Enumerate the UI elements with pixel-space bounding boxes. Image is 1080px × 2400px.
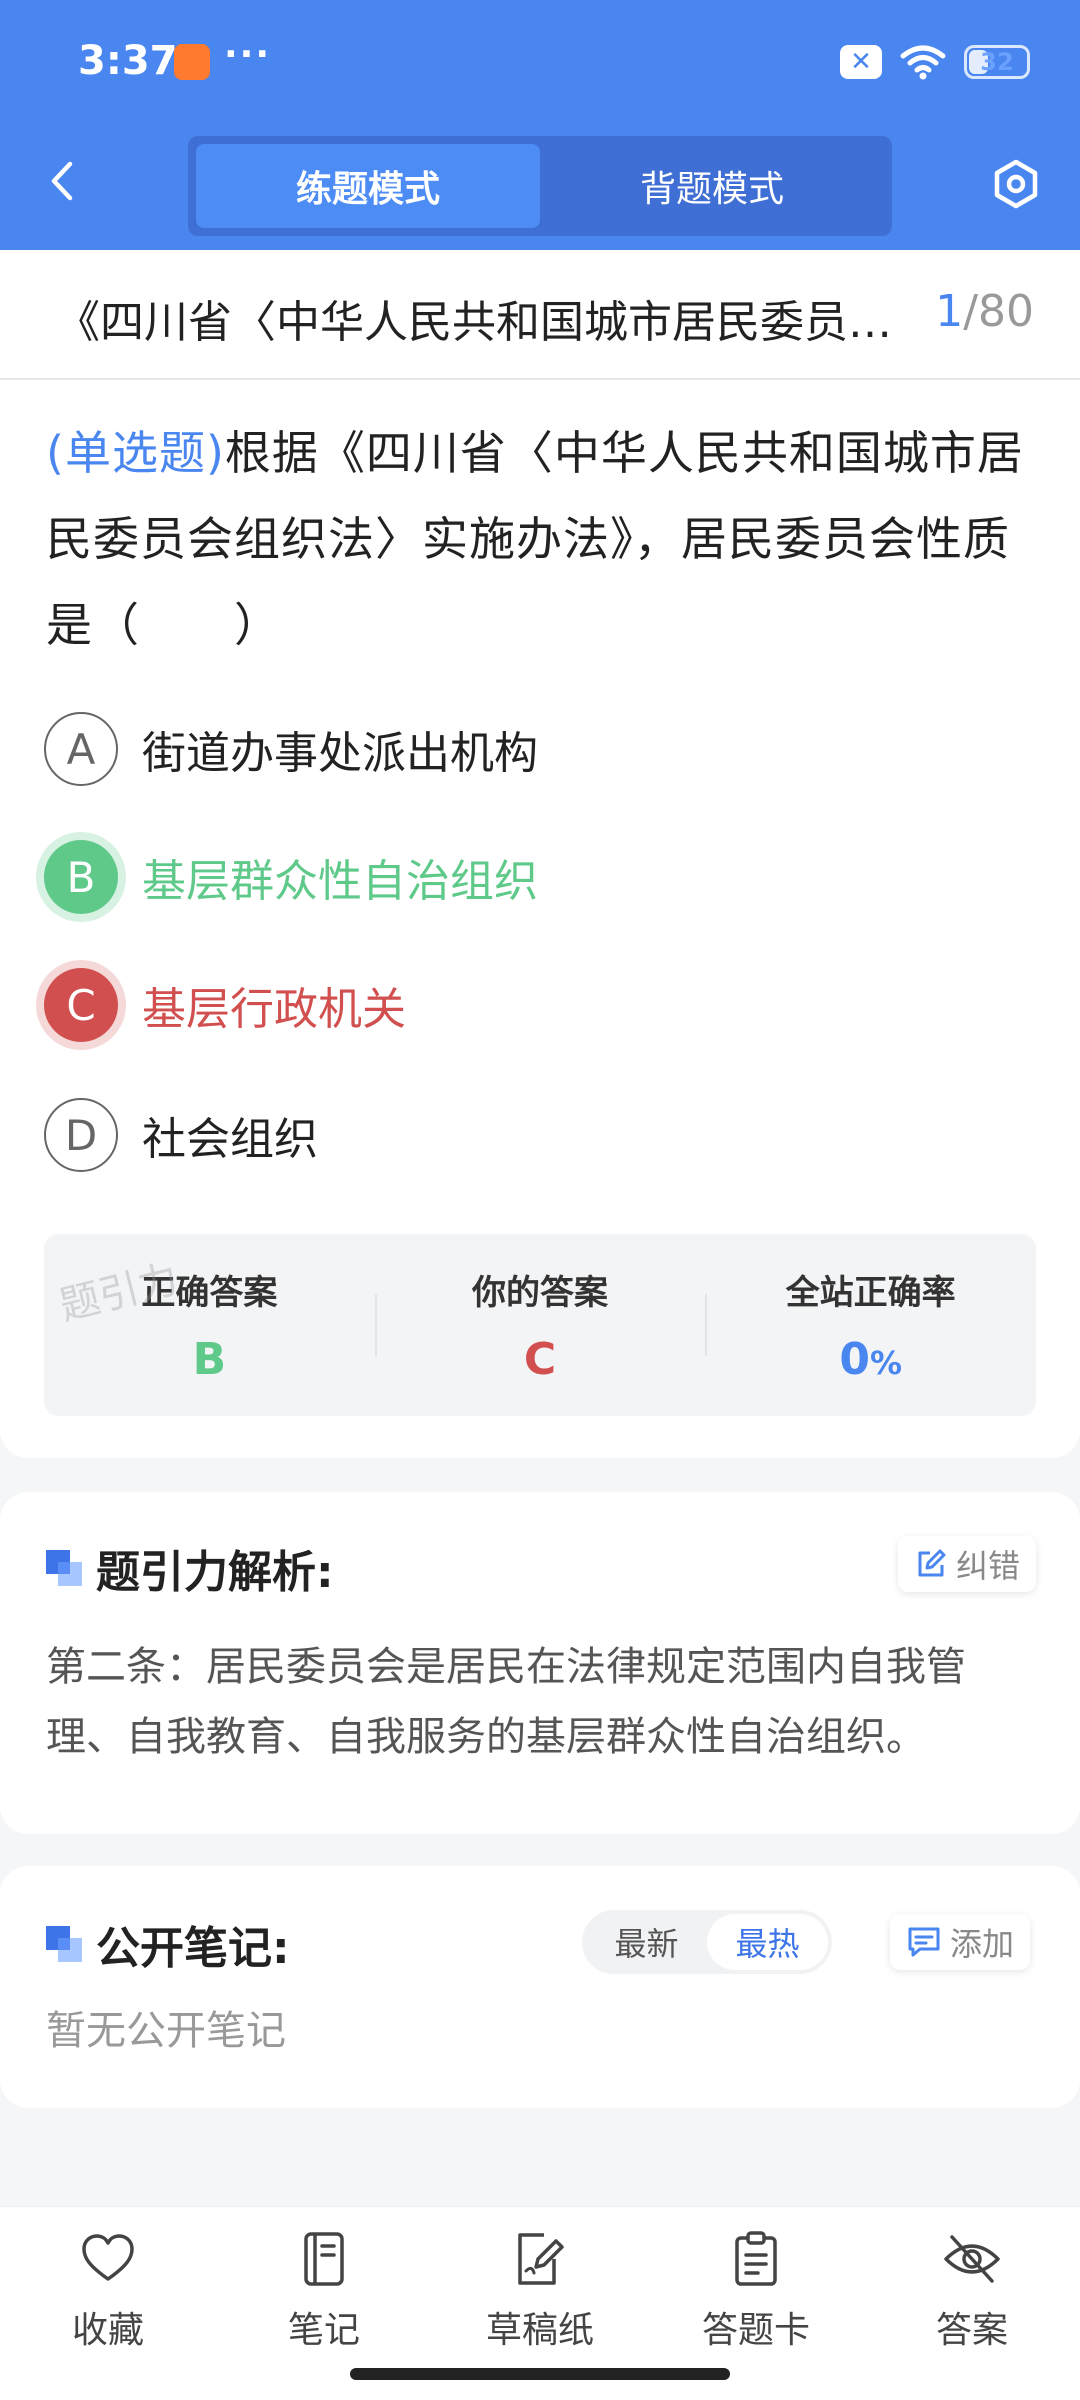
option-a[interactable]: A 街道办事处派出机构	[44, 712, 538, 786]
option-text: 基层行政机关	[142, 984, 406, 1035]
section-square-icon	[46, 1926, 82, 1962]
edit-icon	[918, 1549, 946, 1577]
option-d[interactable]: D 社会组织	[44, 1098, 318, 1172]
add-note-button[interactable]: 添加	[890, 1914, 1031, 1970]
battery-level: 32	[980, 48, 1014, 76]
your-answer-value: C	[523, 1334, 557, 1385]
correct-answer-value: B	[192, 1334, 227, 1385]
accuracy-value: 0%	[839, 1334, 902, 1385]
nav-label: 答题卡	[701, 2310, 810, 2351]
option-text: 街道办事处派出机构	[142, 728, 538, 779]
mode-toggle: 练题模式 背题模式	[188, 136, 892, 236]
heart-icon	[82, 2234, 134, 2281]
tab-recite-mode[interactable]: 背题模式	[540, 144, 884, 228]
accuracy-col: 全站正确率 0%	[705, 1234, 1036, 1416]
nav-label: 笔记	[287, 2310, 360, 2351]
question-title-row: 《四川省〈中华人民共和国城市居民委员会组织法〉实施办法》 1/80	[0, 250, 1080, 380]
nav-answer[interactable]: 答案	[864, 2207, 1080, 2400]
comment-icon	[908, 1927, 940, 1957]
more-notifications-icon: ···	[224, 34, 272, 75]
report-error-button[interactable]: 纠错	[898, 1536, 1037, 1592]
question-counter: 1/80	[935, 286, 1034, 337]
notebook-icon	[304, 2232, 344, 2286]
notes-title: 公开笔记:	[96, 1923, 290, 1974]
status-icons: ✕ 32	[840, 40, 1030, 84]
sort-newest[interactable]: 最新	[586, 1914, 707, 1970]
tab-practice-mode[interactable]: 练题模式	[196, 144, 540, 228]
app-header: 3:37 ··· ✕ 32 练题模式 背题模式	[0, 0, 1080, 250]
your-answer-label: 你的答案	[472, 1273, 608, 1313]
option-letter: A	[44, 712, 118, 786]
notes-header: 公开笔记:	[46, 1912, 290, 1976]
eye-off-icon	[944, 2235, 1000, 2283]
notes-empty-text: 暂无公开笔记	[46, 2008, 286, 2054]
nav-label: 草稿纸	[485, 2310, 594, 2351]
accuracy-unit: %	[869, 1344, 903, 1382]
option-text: 社会组织	[142, 1114, 318, 1165]
app-notification-icon	[174, 44, 210, 80]
sort-hottest[interactable]: 最热	[707, 1914, 828, 1970]
x-badge-icon: ✕	[840, 45, 882, 79]
answer-summary: 正确答案 B 你的答案 C 全站正确率 0%	[44, 1234, 1036, 1416]
battery-icon: 32	[964, 45, 1030, 79]
total-questions: /80	[963, 286, 1034, 337]
back-arrow-icon[interactable]	[42, 160, 84, 202]
add-note-label: 添加	[950, 1925, 1015, 1963]
nav-label: 收藏	[71, 2310, 144, 2351]
question-card: 《四川省〈中华人民共和国城市居民委员会组织法〉实施办法》 1/80 (单选题)根…	[0, 250, 1080, 1458]
nav-label: 答案	[935, 2310, 1008, 2351]
draft-icon	[518, 2233, 564, 2285]
accuracy-number: 0	[839, 1334, 870, 1385]
home-indicator	[350, 2368, 730, 2380]
correct-answer-col: 正确答案 B	[44, 1234, 375, 1416]
status-time: 3:37	[78, 38, 178, 84]
section-square-icon	[46, 1550, 82, 1586]
analysis-title: 题引力解析:	[96, 1547, 334, 1598]
question-text: (单选题)根据《四川省〈中华人民共和国城市居民委员会组织法〉实施办法》，居民委员…	[46, 410, 1036, 668]
option-letter: C	[44, 968, 118, 1042]
question-type: (单选题)	[46, 426, 225, 480]
analysis-text: 第二条：居民委员会是居民在法律规定范围内自我管理、自我教育、自我服务的基层群众性…	[46, 1644, 966, 1760]
option-text: 基层群众性自治组织	[142, 856, 538, 907]
current-question-number: 1	[935, 286, 964, 337]
notes-card: 公开笔记: 最新 最热 添加 暂无公开笔记	[0, 1866, 1080, 2108]
option-b[interactable]: B 基层群众性自治组织	[44, 840, 538, 914]
notes-sort-toggle: 最新 最热	[582, 1910, 832, 1974]
your-answer-col: 你的答案 C	[374, 1234, 706, 1416]
report-error-label: 纠错	[956, 1547, 1021, 1585]
option-letter: B	[44, 840, 118, 914]
option-letter: D	[44, 1098, 118, 1172]
clipboard-icon	[735, 2231, 777, 2286]
status-bar: 3:37 ··· ✕ 32	[0, 0, 1080, 126]
settings-hexagon-icon[interactable]	[990, 158, 1042, 210]
accuracy-label: 全站正确率	[785, 1273, 956, 1313]
exam-title: 《四川省〈中华人民共和国城市居民委员会组织法〉实施办法》	[56, 297, 916, 348]
analysis-card: 题引力解析: 纠错 第二条：居民委员会是居民在法律规定范围内自我管理、自我教育、…	[0, 1492, 1080, 1834]
wifi-icon	[900, 45, 946, 80]
analysis-header: 题引力解析:	[46, 1536, 334, 1600]
nav-favorite[interactable]: 收藏	[0, 2207, 216, 2400]
option-c[interactable]: C 基层行政机关	[44, 968, 406, 1042]
